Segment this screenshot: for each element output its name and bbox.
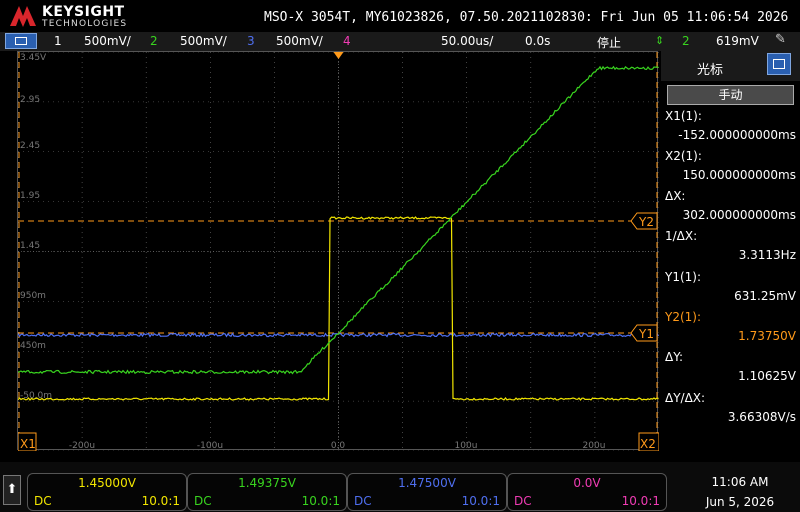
y-tick-label: 1.95: [20, 191, 40, 201]
ch2-scale[interactable]: 500mV/: [180, 34, 227, 48]
ch1-info-box[interactable]: 1.45000V DC 10.0:1: [27, 473, 187, 511]
ch1-offset: 1.45000V: [78, 476, 136, 490]
ch4-coupling: DC: [514, 494, 532, 508]
panel-toggle-button[interactable]: [767, 53, 791, 75]
y-tick-label: 2.45: [20, 141, 40, 151]
x1-value: -152.000000000ms: [678, 128, 796, 142]
ch1-number[interactable]: 1: [54, 34, 62, 48]
x-tick-label: -100u: [197, 441, 223, 451]
ch1-scale[interactable]: 500mV/: [84, 34, 131, 48]
settings-wrench-icon[interactable]: ✎: [775, 32, 786, 47]
y2-label: Y2(1):: [665, 310, 702, 324]
ch2-offset: 1.49375V: [238, 476, 296, 490]
ch4-probe: 10.0:1: [621, 494, 660, 508]
ch2-probe: 10.0:1: [301, 494, 340, 508]
ch4-offset: 0.0V: [573, 476, 601, 490]
dx-label: ΔX:: [665, 189, 686, 203]
cursor-panel-title: 光标: [697, 63, 724, 78]
y2-value: 1.73750V: [738, 329, 796, 343]
cursor-mode-button[interactable]: 手动: [667, 85, 794, 105]
ch3-coupling: DC: [354, 494, 372, 508]
ch3-scale[interactable]: 500mV/: [276, 34, 323, 48]
y1-label: Y1(1):: [665, 270, 702, 284]
run-state[interactable]: 停止: [597, 34, 621, 51]
cursor-side-panel: 光标 手动 X1(1): -152.000000000ms X2(1): 150…: [661, 51, 800, 450]
y2-marker-label: Y2: [638, 215, 654, 229]
trigger-level[interactable]: 619mV: [716, 34, 759, 48]
ch2-number[interactable]: 2: [150, 34, 158, 48]
y-tick-label: 1.45: [20, 241, 40, 251]
trigger-source[interactable]: 2: [682, 34, 690, 48]
y1-value: 631.25mV: [734, 289, 796, 303]
x1-label: X1(1):: [665, 109, 702, 123]
menu-icon: [15, 37, 27, 45]
dydx-value: 3.66308V/s: [727, 410, 796, 424]
ch4-number[interactable]: 4: [343, 34, 351, 48]
top-bar: KEYSIGHT TECHNOLOGIES MSO-X 3054T, MY610…: [0, 0, 800, 32]
dy-value: 1.10625V: [738, 369, 796, 383]
clock: 11:06 AM Jun 5, 2026: [680, 475, 800, 509]
x2-value: 150.000000000ms: [682, 168, 796, 182]
clock-date: Jun 5, 2026: [705, 495, 775, 509]
ch1-coupling: DC: [34, 494, 52, 508]
y-tick-label: 3.45V: [20, 53, 47, 63]
dx-value: 302.000000000ms: [682, 208, 796, 222]
y-tick-label: 2.95: [20, 95, 40, 105]
dy-label: ΔY:: [665, 350, 683, 364]
cursor-panel-header: 光标: [661, 51, 800, 81]
ch3-offset: 1.47500V: [398, 476, 456, 490]
inv-dx-value: 3.3113Hz: [738, 248, 796, 262]
ch3-info-box[interactable]: 1.47500V DC 10.0:1: [347, 473, 507, 511]
ch3-probe: 10.0:1: [461, 494, 500, 508]
channel-bar: 1 500mV/ 2 500mV/ 3 500mV/ 4 50.00us/ 0.…: [0, 32, 800, 51]
brand-subtitle: TECHNOLOGIES: [42, 19, 128, 29]
clock-time: 11:06 AM: [711, 475, 769, 489]
waveform-display[interactable]: 3.45V 2.95 2.45 1.95 1.45 950m 450m -50.0m -200u…: [17, 51, 659, 451]
ch2-info-box[interactable]: 1.49375V DC 10.0:1: [187, 473, 347, 511]
y-tick-label: 450m: [20, 341, 46, 351]
ch4-info-box[interactable]: 0.0V DC 10.0:1: [507, 473, 667, 511]
keysight-logo: KEYSIGHT TECHNOLOGIES: [8, 3, 128, 29]
trigger-position-marker: [333, 52, 344, 59]
brand-name: KEYSIGHT: [42, 4, 125, 20]
x-tick-label: -200u: [69, 441, 95, 451]
ch2-coupling: DC: [194, 494, 212, 508]
panel-icon: [773, 59, 785, 69]
x1-marker-label: X1: [20, 437, 36, 451]
y1-marker-label: Y1: [638, 327, 654, 341]
y-tick-label: 950m: [20, 291, 46, 301]
x2-label: X2(1):: [665, 149, 702, 163]
waveform-svg: 3.45V2.952.451.951.45950m450m-50.0m-200u…: [18, 52, 659, 451]
timebase-scale[interactable]: 50.00us/: [441, 34, 493, 48]
timebase-delay[interactable]: 0.0s: [525, 34, 550, 48]
x-tick-label: 100u: [455, 441, 478, 451]
expand-arrow-button[interactable]: ⬆: [3, 475, 21, 505]
x-tick-label: 0.0: [331, 441, 346, 451]
ch1-probe: 10.0:1: [141, 494, 180, 508]
menu-button[interactable]: [5, 33, 37, 49]
x-tick-label: 200u: [583, 441, 606, 451]
x2-marker-label: X2: [640, 437, 656, 451]
keysight-wave-icon: [10, 6, 36, 27]
trigger-slope-icon[interactable]: ⇕: [655, 34, 664, 47]
ch3-number[interactable]: 3: [247, 34, 255, 48]
dydx-label: ΔY/ΔX:: [665, 391, 706, 405]
instrument-title: MSO-X 3054T, MY61023826, 07.50.202110283…: [264, 10, 789, 25]
inv-dx-label: 1/ΔX:: [665, 229, 698, 243]
